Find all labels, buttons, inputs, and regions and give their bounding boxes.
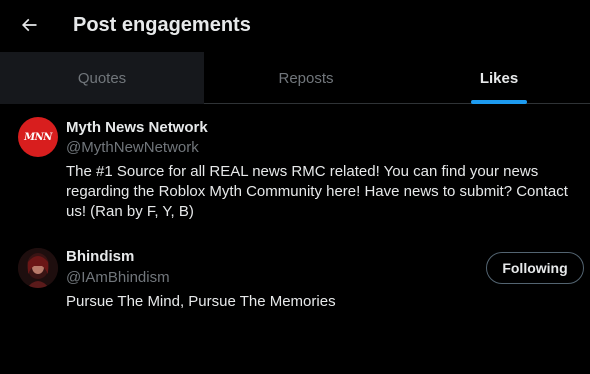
page-title: Post engagements bbox=[73, 14, 251, 36]
arrow-left-icon bbox=[21, 18, 37, 32]
user-bio: Pursue The Mind, Pursue The Memories bbox=[66, 293, 336, 310]
avatar-image bbox=[18, 248, 58, 288]
user-bio: The #1 Source for all REAL news RMC rela… bbox=[66, 163, 568, 220]
user-handle[interactable]: @MythNewNetwork bbox=[66, 139, 199, 156]
tab-likes[interactable]: Likes bbox=[408, 52, 590, 104]
avatar-logo: MNN bbox=[24, 131, 52, 143]
active-tab-indicator bbox=[471, 100, 527, 104]
tab-reposts[interactable]: Reposts bbox=[204, 52, 408, 104]
tab-label: Reposts bbox=[278, 69, 334, 87]
user-name[interactable]: Bhindism bbox=[66, 248, 134, 265]
user-cell[interactable]: MNN Myth News Network @MythNewNetwork Th… bbox=[0, 105, 590, 233]
user-cell[interactable]: Bhindism @IAmBhindism Pursue The Mind, P… bbox=[0, 233, 590, 323]
tab-quotes[interactable]: Quotes bbox=[0, 52, 204, 104]
back-button[interactable] bbox=[14, 10, 44, 40]
tab-label: Quotes bbox=[77, 69, 127, 87]
following-button[interactable]: Following bbox=[486, 252, 584, 284]
user-name[interactable]: Myth News Network bbox=[66, 119, 208, 136]
header: Post engagements bbox=[0, 0, 590, 52]
engagement-tabs: Quotes Reposts Likes bbox=[0, 52, 590, 104]
avatar[interactable]: MNN bbox=[18, 117, 58, 157]
user-handle[interactable]: @IAmBhindism bbox=[66, 269, 170, 286]
tab-label: Likes bbox=[479, 69, 519, 87]
avatar[interactable] bbox=[18, 248, 58, 288]
